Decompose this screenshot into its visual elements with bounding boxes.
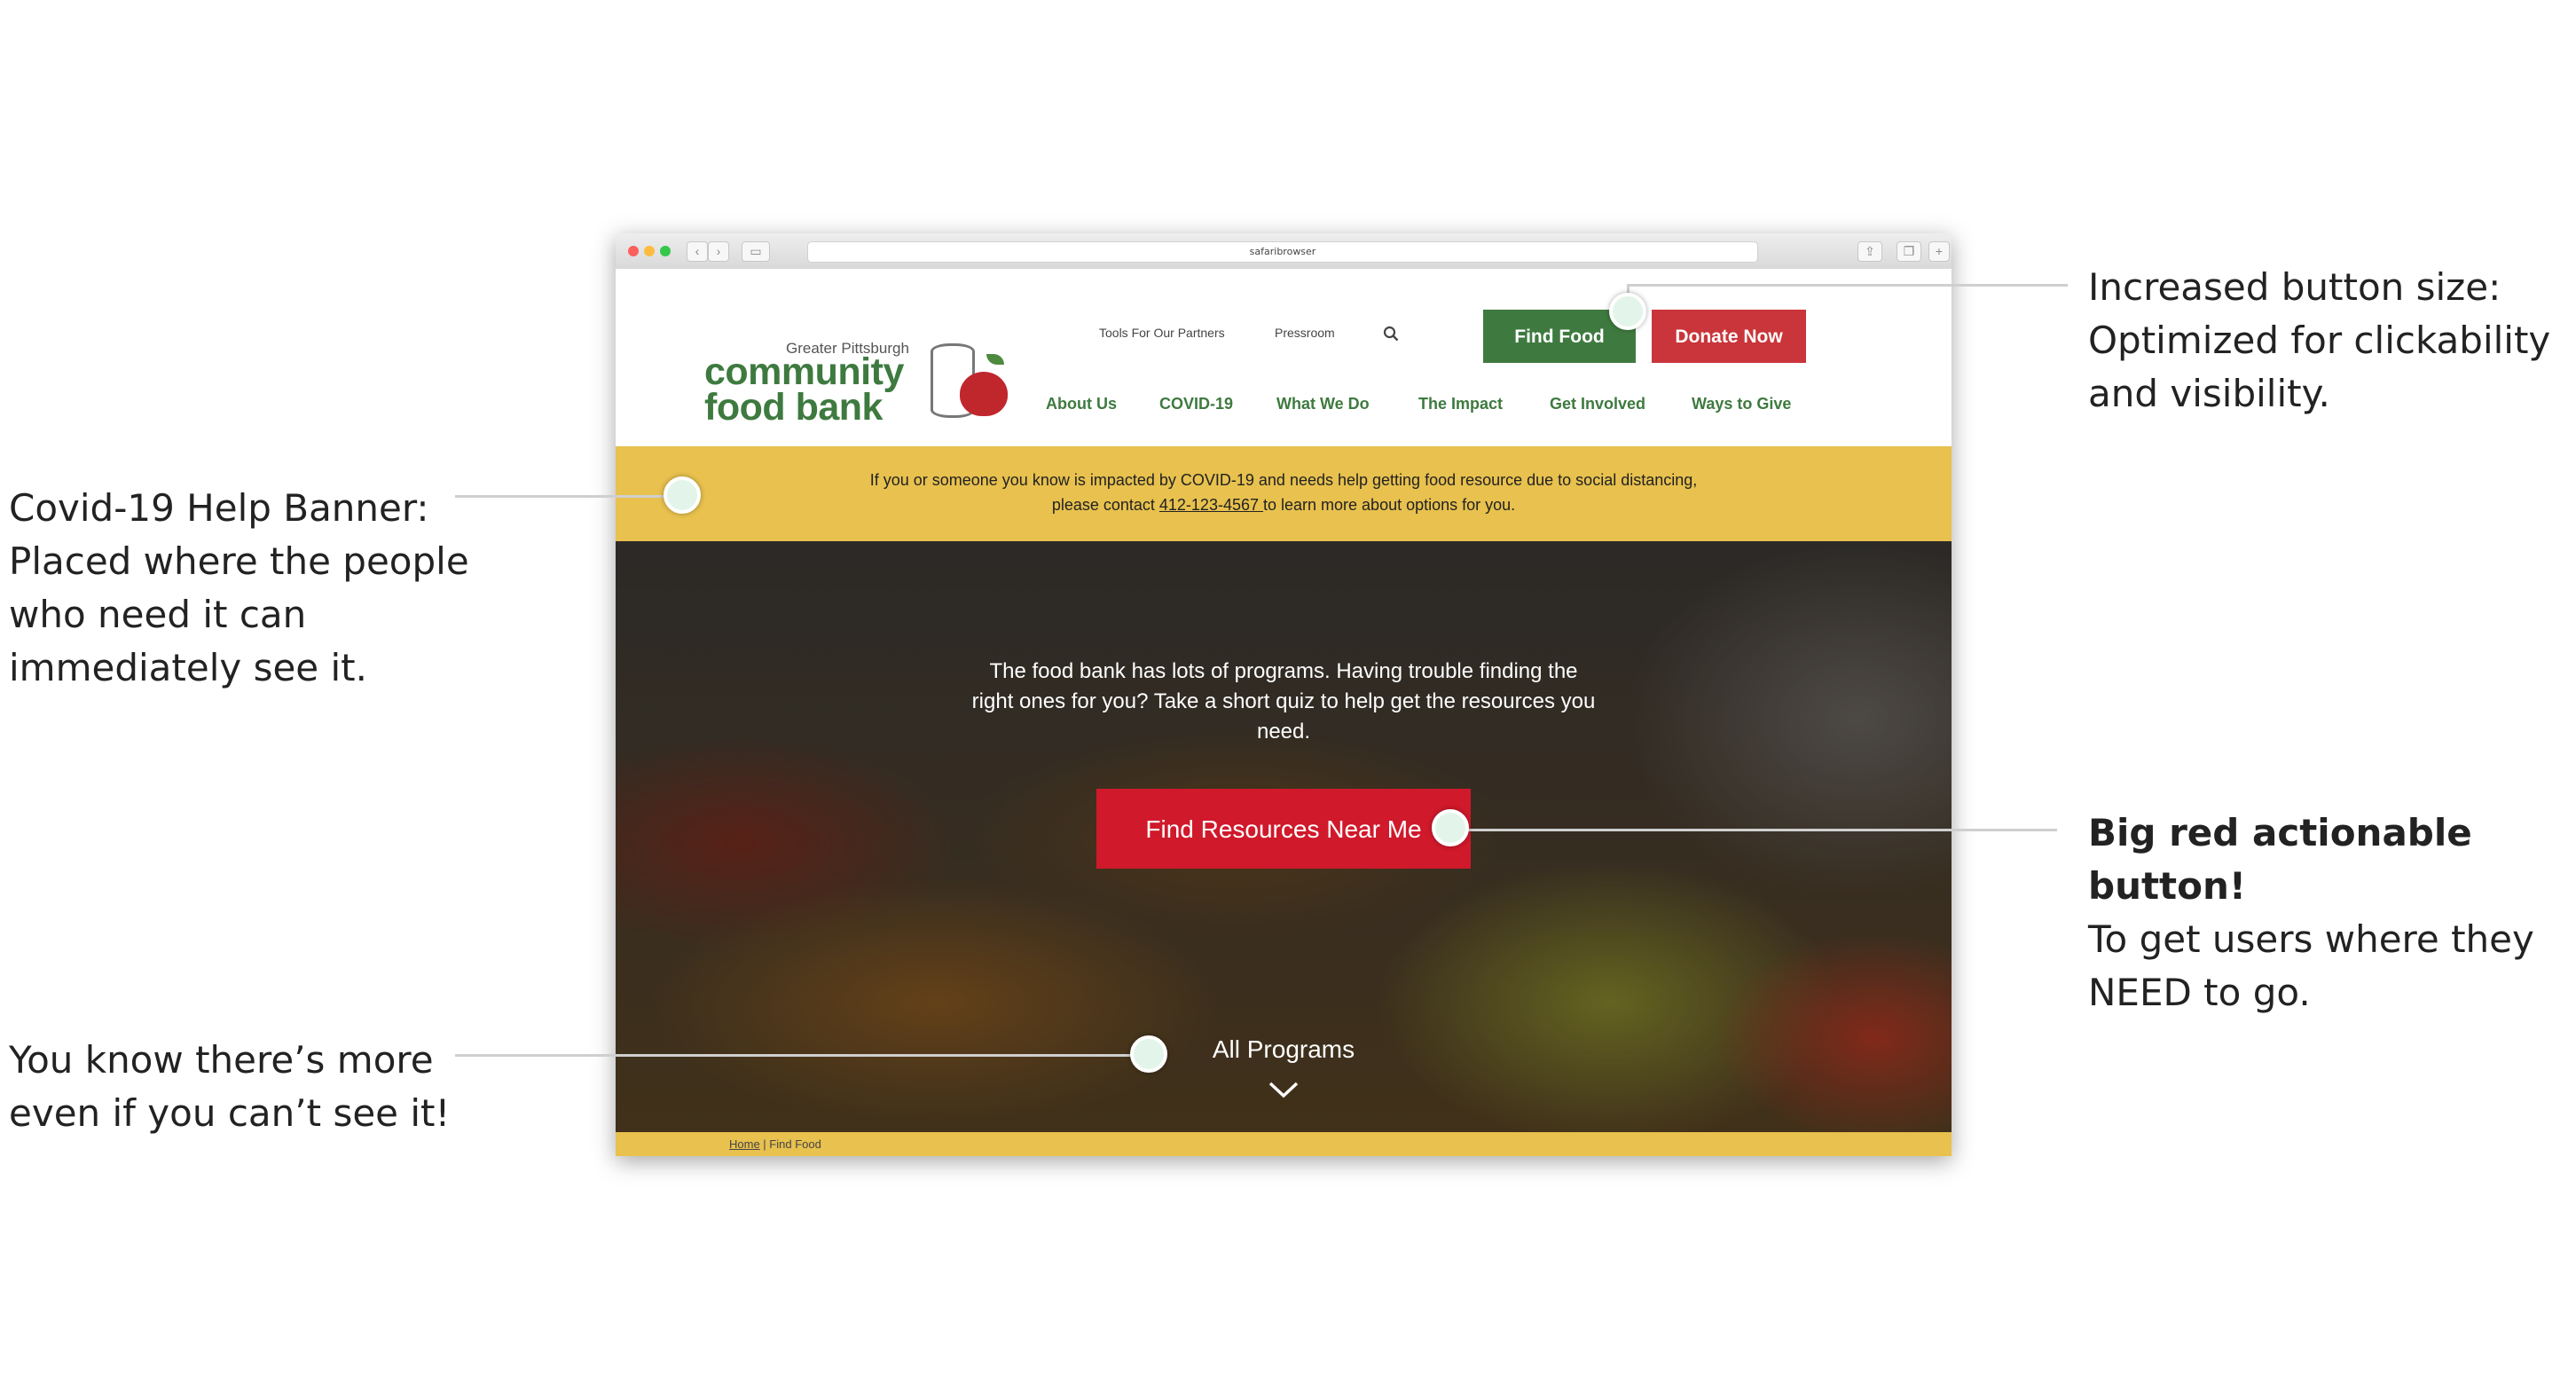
- nav-the-impact[interactable]: The Impact: [1418, 395, 1503, 413]
- chevron-down-icon[interactable]: [1268, 1081, 1299, 1098]
- callout-dot: [1432, 809, 1469, 846]
- annotation-line: Covid-19 Help Banner:: [9, 486, 429, 530]
- annotation-line: Placed where the people: [9, 539, 469, 583]
- covid-banner-line: please contact 412-123-4567 to learn mor…: [1051, 496, 1516, 514]
- find-resources-button[interactable]: Find Resources Near Me: [1096, 789, 1471, 869]
- annotation-line: Increased button size:: [2088, 265, 2501, 309]
- all-programs-link[interactable]: All Programs: [616, 1035, 1952, 1064]
- annotation-line: immediately see it.: [9, 646, 367, 689]
- new-tab-icon[interactable]: +: [1928, 241, 1950, 262]
- tabs-icon[interactable]: ❐: [1897, 241, 1921, 262]
- annotation-more-content: You know there’s more even if you can’t …: [9, 1034, 450, 1140]
- browser-toolbar: ‹ › ▭ safaribrowser ⇪ ❐ +: [616, 233, 1952, 270]
- breadcrumb-current: Find Food: [769, 1137, 821, 1151]
- annotation-line: You know there’s more: [9, 1038, 434, 1082]
- browser-window: ‹ › ▭ safaribrowser ⇪ ❐ + Greater Pittsb…: [616, 233, 1952, 1156]
- annotation-covid-banner: Covid-19 Help Banner: Placed where the p…: [9, 482, 469, 695]
- forward-icon[interactable]: ›: [708, 241, 729, 262]
- callout-line: [455, 495, 683, 498]
- phone-link[interactable]: 412-123-4567: [1159, 496, 1263, 514]
- search-icon[interactable]: [1383, 326, 1399, 342]
- nav-about-us[interactable]: About Us: [1046, 395, 1117, 413]
- annotation-red-button: Big red actionable button! To get users …: [2088, 807, 2576, 1019]
- hero-section: The food bank has lots of programs. Havi…: [616, 541, 1952, 1132]
- tools-for-partners-link[interactable]: Tools For Our Partners: [1099, 326, 1225, 340]
- nav-covid-19[interactable]: COVID-19: [1159, 395, 1233, 413]
- pressroom-link[interactable]: Pressroom: [1275, 326, 1335, 340]
- donate-now-button[interactable]: Donate Now: [1652, 310, 1806, 363]
- annotation-line: Optimized for clickability: [2088, 319, 2551, 362]
- annotation-line: who need it can: [9, 593, 307, 636]
- logo-line: food bank: [704, 386, 883, 429]
- callout-dot: [664, 476, 701, 514]
- breadcrumb-home-link[interactable]: Home: [729, 1137, 760, 1151]
- breadcrumb: Home | Find Food: [616, 1132, 1952, 1156]
- share-icon[interactable]: ⇪: [1857, 241, 1882, 262]
- apple-icon: [960, 372, 1008, 416]
- annotation-line: even if you can’t see it!: [9, 1091, 451, 1135]
- back-icon[interactable]: ‹: [687, 241, 708, 262]
- annotation-line: NEED to go.: [2088, 971, 2311, 1014]
- annotation-line: To get users where they: [2088, 917, 2534, 961]
- minimize-window-icon[interactable]: [644, 246, 655, 256]
- nav-get-involved[interactable]: Get Involved: [1550, 395, 1645, 413]
- address-bar[interactable]: safaribrowser: [807, 241, 1758, 263]
- logo-line: community: [704, 350, 904, 393]
- sidebar-icon[interactable]: ▭: [742, 241, 770, 262]
- callout-dot: [1609, 293, 1646, 330]
- breadcrumb-separator: |: [759, 1137, 770, 1151]
- annotation-line: Big red actionable button!: [2088, 811, 2472, 908]
- hero-text: The food bank has lots of programs. Havi…: [971, 659, 1596, 744]
- covid-help-banner: If you or someone you know is impacted b…: [616, 446, 1952, 541]
- site-header: Greater Pittsburgh community food bank T…: [616, 269, 1952, 446]
- annotation-button-size: Increased button size: Optimized for cli…: [2088, 261, 2550, 421]
- callout-line: [1453, 829, 2057, 831]
- covid-banner-line: If you or someone you know is impacted b…: [869, 471, 1698, 489]
- callout-line: [455, 1054, 1151, 1057]
- zoom-window-icon[interactable]: [660, 246, 671, 256]
- annotation-line: and visibility.: [2088, 372, 2330, 415]
- nav-ways-to-give[interactable]: Ways to Give: [1692, 395, 1791, 413]
- close-window-icon[interactable]: [628, 246, 639, 256]
- callout-dot: [1130, 1035, 1167, 1073]
- leaf-icon: [986, 354, 1004, 365]
- site-logo[interactable]: community food bank: [704, 350, 904, 429]
- nav-what-we-do[interactable]: What We Do: [1276, 395, 1370, 413]
- callout-line: [1629, 284, 2068, 287]
